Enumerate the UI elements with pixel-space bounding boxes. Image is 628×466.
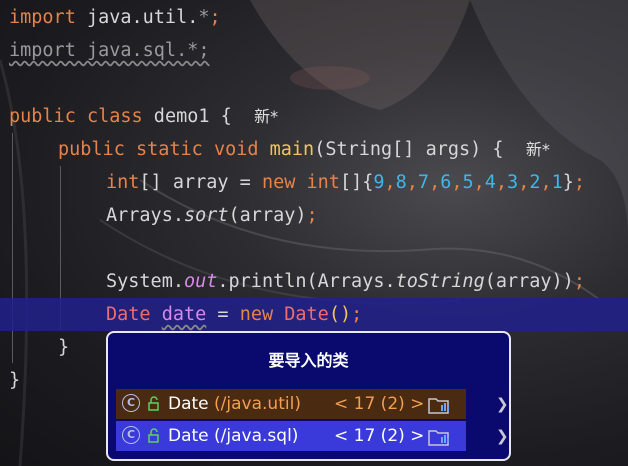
number-literal: 1: [551, 172, 563, 193]
unused-import-text: import java.sql.*;: [9, 40, 210, 61]
code-text: [] array =: [139, 172, 262, 193]
semicolon: ;: [573, 271, 585, 292]
package-label: (/java.util): [214, 394, 301, 414]
chevron-right-icon[interactable]: ❯: [496, 389, 510, 419]
import-option-java-util[interactable]: C Date (/java.util) < 17 (2) >: [116, 389, 466, 419]
class-label: Date: [168, 394, 215, 414]
static-method: sort: [183, 205, 229, 226]
import-option-java-sql[interactable]: C Date (/java.sql) < 17 (2) >: [116, 421, 466, 451]
author-hint[interactable]: 新*: [526, 140, 550, 159]
code-text: (): [328, 304, 352, 325]
semicolon: ;: [351, 304, 363, 325]
number-literal: 2: [529, 172, 541, 193]
unlock-icon: [148, 421, 160, 463]
keyword: int: [306, 172, 340, 193]
chevron-right-icon[interactable]: ❯: [496, 421, 510, 451]
number-literal: 3: [507, 172, 519, 193]
keyword: import: [9, 7, 76, 28]
number-literal: 7: [417, 172, 430, 193]
package-label: (/java.sql): [214, 426, 299, 446]
import-class-popup[interactable]: 要导入的类 C Date (/java.util) < 17 (2) > ❯ C…: [106, 331, 511, 461]
code-text: =: [206, 304, 240, 325]
code-text: }: [9, 370, 21, 391]
variable-name: date: [161, 304, 207, 325]
class-name: demo1 {: [142, 106, 232, 127]
semicolon: ;: [306, 205, 318, 226]
library-folder-icon: [428, 426, 450, 446]
code-text: (array): [228, 205, 307, 226]
code-line-close-class[interactable]: }: [9, 364, 49, 397]
keyword: class: [86, 106, 143, 127]
unresolved-type: Date: [284, 304, 329, 325]
code-text: java.util.: [75, 7, 199, 28]
code-line-date-current[interactable]: Date date = new Date();: [0, 298, 628, 331]
code-line-main-decl[interactable]: public static void main(String[] args) {…: [58, 133, 628, 166]
code-line-close-method[interactable]: }: [58, 331, 98, 364]
code-text: }: [58, 337, 70, 358]
code-line-class-decl[interactable]: public class demo1 { 新*: [9, 100, 628, 133]
keyword: new: [239, 304, 274, 325]
author-hint[interactable]: 新*: [254, 107, 278, 126]
number-literal: 5: [462, 172, 474, 193]
static-method: toString: [395, 271, 485, 292]
keyword: new: [261, 172, 296, 193]
popup-title: 要导入的类: [268, 351, 349, 370]
class-icon: C: [122, 426, 140, 444]
code-line-import-util[interactable]: import java.util.*;: [9, 1, 628, 34]
jdk-version-label: < 17 (2) >: [334, 426, 425, 446]
library-folder-icon: [428, 394, 450, 414]
jdk-version-label: < 17 (2) >: [334, 394, 425, 414]
code-text: *: [198, 7, 210, 28]
class-label: Date: [168, 426, 215, 446]
code-line-import-sql-unused[interactable]: import java.sql.*;: [9, 34, 628, 67]
class-icon: C: [122, 394, 140, 412]
code-line-println[interactable]: System.out.println(Arrays.toString(array…: [106, 265, 628, 298]
keyword: static: [135, 139, 203, 160]
number-literal: 8: [395, 172, 407, 193]
code-line-array-init[interactable]: int[] array = new int[]{9,8,7,6,5,4,3,2,…: [106, 166, 628, 199]
code-text: System.: [106, 271, 184, 292]
semicolon: ;: [573, 172, 586, 193]
static-field: out: [183, 271, 218, 292]
number-literal: 9: [373, 172, 385, 193]
semicolon: ;: [209, 7, 221, 28]
keyword: void: [213, 139, 259, 160]
number-literal: 4: [484, 172, 496, 193]
code-text: (String[] args) {: [314, 139, 504, 160]
unresolved-type: Date: [106, 304, 151, 325]
code-text: }: [562, 172, 574, 193]
code-line-sort[interactable]: Arrays.sort(array);: [106, 199, 628, 232]
code-text: Arrays.: [106, 205, 184, 226]
keyword: public: [58, 139, 125, 160]
keyword: int: [106, 172, 140, 193]
number-literal: 6: [440, 172, 452, 193]
keyword: public: [9, 106, 76, 127]
code-text: []{: [339, 172, 374, 193]
code-text: .println(Arrays.: [217, 271, 396, 292]
code-text: (array)): [484, 271, 574, 292]
method-name: main: [269, 139, 315, 160]
